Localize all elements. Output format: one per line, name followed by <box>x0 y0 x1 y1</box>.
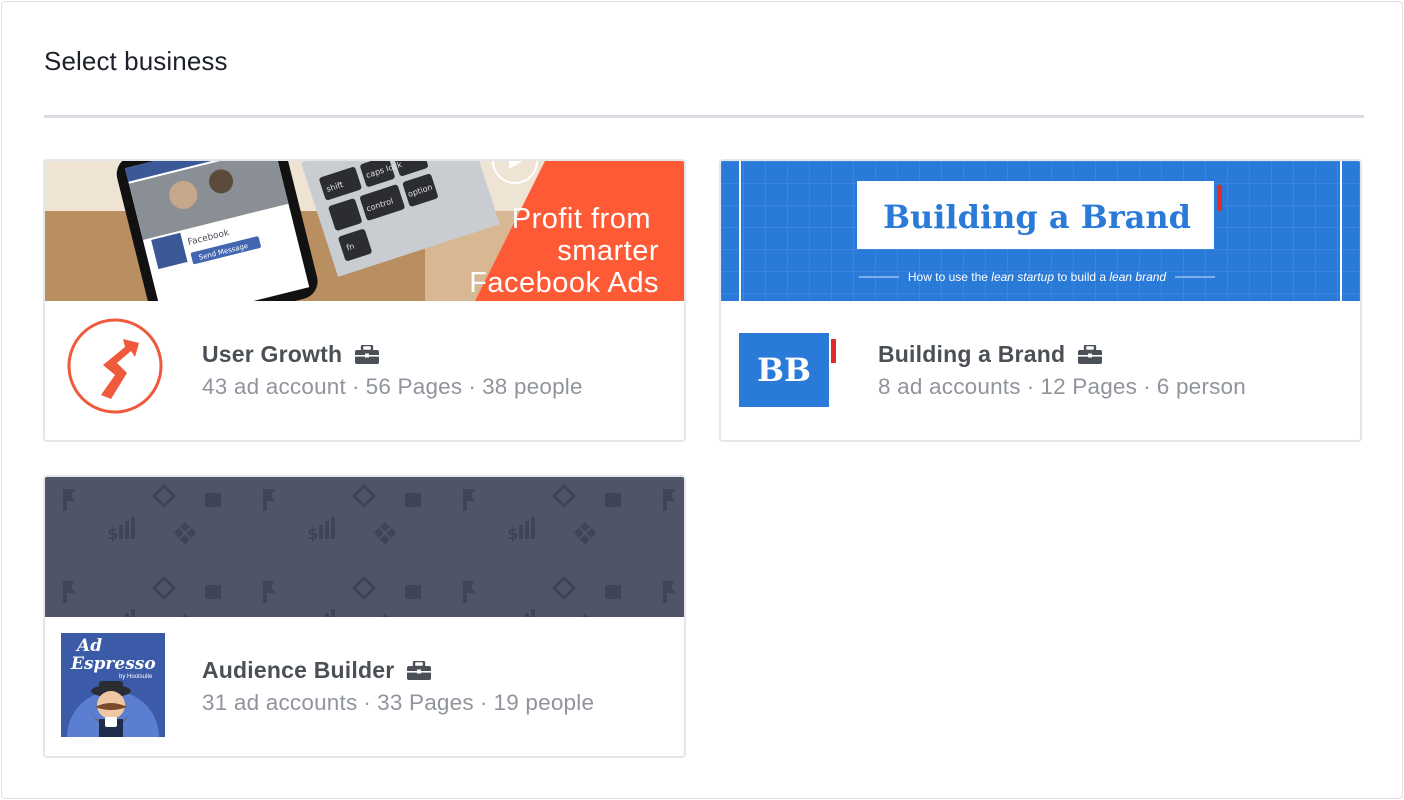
pages-count: 12 Pages <box>1040 374 1138 399</box>
business-stats: 8 ad accounts · 12 Pages · 6 person <box>878 374 1350 400</box>
title-divider <box>44 115 1364 118</box>
bb-logo: BB <box>739 333 843 437</box>
cover-image: Building a Brand How to use the lean sta… <box>721 161 1360 301</box>
adespresso-logo: Ad Espresso by Hootsuite <box>61 633 165 737</box>
page-title: Select business <box>44 46 228 76</box>
briefcase-icon <box>406 659 432 681</box>
business-card-audience-builder[interactable]: $ Ad Espresso by Hootsuite <box>43 475 686 758</box>
business-card-user-growth[interactable]: shift control fn caps lock option Facebo… <box>43 159 686 442</box>
select-business-panel: Select business shift control fn caps lo… <box>1 1 1403 799</box>
business-info: User Growth 43 ad account · 56 Pages · 38 pe… <box>202 341 674 400</box>
business-info: Building a Brand 8 ad accounts · 12 Pages ·… <box>878 341 1350 400</box>
pages-count: 33 Pages <box>377 690 474 715</box>
ad-accounts-count: 43 ad account <box>202 374 346 399</box>
business-name: Audience Builder <box>202 657 395 683</box>
ad-accounts-count: 8 ad accounts <box>878 374 1021 399</box>
stat-separator: · <box>1143 374 1151 399</box>
briefcase-icon <box>1077 343 1103 365</box>
stat-separator: · <box>1026 374 1035 399</box>
cover-subtitle: How to use the lean startup to build a l… <box>908 270 1167 284</box>
stat-separator: · <box>468 374 477 399</box>
business-stats: 31 ad accounts · 33 Pages · 19 people <box>202 690 674 716</box>
business-name: User Growth <box>202 341 343 367</box>
briefcase-icon <box>354 343 380 365</box>
cover-text-line: smarter <box>557 235 659 267</box>
svg-text:Espresso: Espresso <box>70 654 156 674</box>
user-growth-logo <box>61 317 165 421</box>
cover-image: $ <box>45 477 684 617</box>
stat-separator: · <box>479 690 488 715</box>
ad-accounts-count: 31 ad accounts <box>202 690 358 715</box>
business-info: Audience Builder 31 ad accounts · 33 Pages… <box>202 657 674 716</box>
people-count: 6 person <box>1156 374 1246 399</box>
people-count: 19 people <box>493 690 595 715</box>
svg-text:BB: BB <box>757 351 811 389</box>
stat-separator: · <box>363 690 372 715</box>
pages-count: 56 Pages <box>365 374 463 399</box>
people-count: 38 people <box>482 374 583 399</box>
business-card-building-a-brand[interactable]: Building a Brand How to use the lean sta… <box>719 159 1362 442</box>
cover-text-line: Profit from <box>512 203 651 235</box>
business-name: Building a Brand <box>878 341 1066 367</box>
stat-separator: · <box>351 374 360 399</box>
cover-text-line: Facebook Ads <box>469 267 659 299</box>
cover-title: Building a Brand <box>883 198 1191 236</box>
cover-image: shift control fn caps lock option Facebo… <box>45 161 684 301</box>
business-stats: 43 ad account · 56 Pages · 38 people <box>202 374 674 400</box>
svg-text:by Hootsuite: by Hootsuite <box>119 674 153 680</box>
svg-text:Ad: Ad <box>75 636 102 656</box>
